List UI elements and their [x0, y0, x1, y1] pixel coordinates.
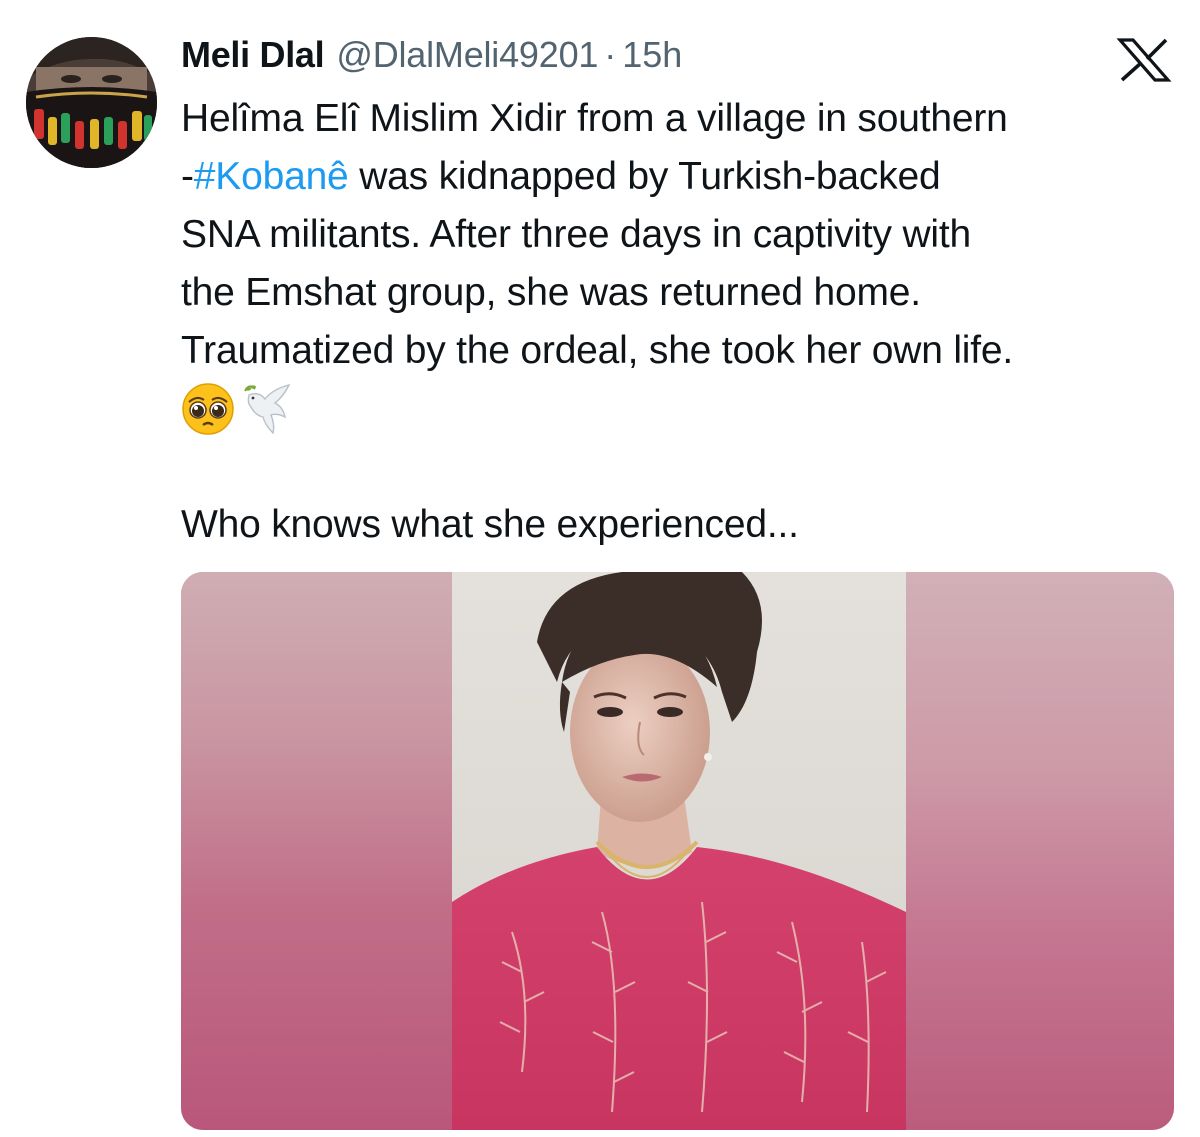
tweet-text-line: the Emshat group, she was returned home. [181, 271, 921, 314]
author-avatar[interactable] [26, 37, 157, 168]
tweet-timestamp[interactable]: 15h [622, 34, 682, 76]
tweet-photo[interactable] [181, 572, 1174, 1130]
tweet-text-line: SNA militants. After three days in capti… [181, 213, 972, 256]
tweet-text-line: Who knows what she experienced... [181, 503, 799, 546]
emoji-row [181, 380, 1181, 438]
photo-blur-left [181, 572, 452, 1130]
tweet-text-line: Traumatized by the ordeal, she took her … [181, 329, 1014, 372]
photo-blur-right [906, 572, 1174, 1130]
author-handle[interactable]: @DlalMeli49201 [336, 34, 598, 76]
tweet: Meli Dlal @DlalMeli49201 · 15h Helîma El… [0, 0, 1200, 1137]
x-logo-icon[interactable] [1116, 38, 1172, 82]
tweet-text: Helîma Elî Mislim Xidir from a village i… [181, 90, 1181, 554]
avatar-image [26, 37, 157, 168]
dove-emoji [239, 381, 295, 437]
text-prefix: - [181, 155, 194, 198]
author-name[interactable]: Meli Dlal [181, 34, 325, 76]
tweet-text-line: -#Kobanê was kidnapped by Turkish-backed [181, 148, 1181, 206]
photo-image [452, 572, 906, 1130]
text-rest: was kidnapped by Turkish-backed [348, 155, 941, 198]
tweet-text-line: Helîma Elî Mislim Xidir from a village i… [181, 97, 1008, 140]
hashtag-link[interactable]: #Kobanê [194, 155, 349, 198]
separator-dot: · [604, 34, 617, 75]
pleading-face-emoji [181, 382, 235, 436]
tweet-header: Meli Dlal @DlalMeli49201 · 15h [181, 34, 682, 82]
